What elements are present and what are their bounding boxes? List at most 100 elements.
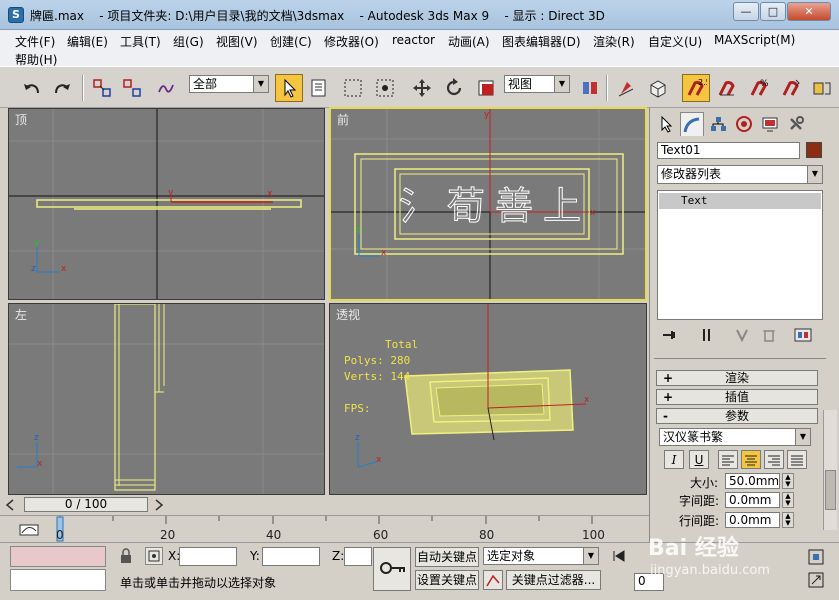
menu-reactor[interactable]: reactor — [392, 33, 435, 47]
parameters-rollout[interactable]: - 参数 — [656, 408, 818, 424]
pin-stack-icon[interactable] — [660, 326, 682, 344]
show-end-result-icon[interactable] — [696, 326, 718, 344]
menu-edit[interactable]: 编辑(E) — [67, 33, 108, 50]
viewport-label[interactable]: 前 — [337, 111, 349, 128]
percent-snap-toggle-icon[interactable]: % — [745, 74, 773, 102]
maximize-viewport-icon[interactable] — [806, 570, 826, 590]
scrollbar-thumb[interactable] — [825, 470, 836, 510]
italic-button[interactable]: I — [664, 450, 684, 469]
undo-icon[interactable] — [18, 74, 46, 102]
scroll-left-icon[interactable] — [3, 498, 19, 512]
y-coordinate-field[interactable] — [262, 547, 320, 566]
go-to-start-icon[interactable] — [609, 548, 629, 564]
keyboard-shortcut-override-icon[interactable] — [644, 74, 672, 102]
menu-file[interactable]: 文件(F) — [15, 33, 55, 50]
size-spinner[interactable]: ▲ ▼ — [782, 473, 794, 489]
select-and-link-icon[interactable] — [88, 74, 116, 102]
app-icon[interactable]: S — [8, 7, 24, 23]
scroll-right-icon[interactable] — [150, 498, 166, 512]
menu-create[interactable]: 创建(C) — [270, 33, 312, 50]
kerning-field[interactable]: 0.0mm — [725, 492, 780, 508]
selected-set-dropdown[interactable]: 选定对象 ▼ — [483, 547, 599, 565]
maxscript-listener-mini[interactable] — [10, 546, 106, 567]
reference-coordinate-dropdown[interactable]: 视图 ▼ — [504, 75, 570, 93]
motion-tab-icon[interactable] — [732, 112, 756, 136]
font-dropdown[interactable]: 汉仪篆书繁 ▼ — [659, 428, 811, 446]
modifier-stack-item[interactable]: Text — [659, 193, 821, 209]
key-mode-button[interactable] — [373, 547, 411, 591]
autokey-button[interactable]: 自动关键点 — [415, 547, 479, 567]
modify-tab-icon[interactable] — [680, 112, 704, 136]
unlink-selection-icon[interactable] — [118, 74, 146, 102]
hierarchy-tab-icon[interactable] — [706, 112, 730, 136]
remove-modifier-icon[interactable] — [758, 326, 780, 344]
justify-button[interactable] — [787, 450, 807, 469]
viewport-label[interactable]: 透视 — [336, 306, 360, 323]
viewport-left[interactable]: z x 左 — [8, 303, 325, 495]
align-right-button[interactable] — [764, 450, 784, 469]
utilities-tab-icon[interactable] — [784, 112, 808, 136]
snaps-toggle-icon[interactable]: 2.5 — [682, 74, 710, 102]
move-icon[interactable] — [408, 74, 436, 102]
viewport-label[interactable]: 顶 — [15, 111, 27, 128]
viewport-perspective[interactable]: x z x 透视 Total Polys: 280 Verts: 144 FPS… — [329, 303, 647, 495]
menu-graph-editors[interactable]: 图表编辑器(D) — [502, 33, 581, 50]
modifier-list-dropdown[interactable]: 修改器列表 ▼ — [657, 165, 823, 184]
bind-to-space-warp-icon[interactable] — [152, 74, 180, 102]
object-color-swatch[interactable] — [806, 142, 822, 158]
menu-rendering[interactable]: 渲染(R) — [593, 33, 635, 50]
size-field[interactable]: 50.0mm — [725, 473, 780, 489]
pivot-center-icon[interactable] — [576, 74, 604, 102]
display-tab-icon[interactable] — [758, 112, 782, 136]
close-button[interactable]: ✕ — [787, 2, 831, 21]
underline-button[interactable]: U — [689, 450, 709, 469]
object-name-field[interactable]: Text01 — [657, 142, 800, 159]
scale-icon[interactable] — [472, 74, 500, 102]
track-bar[interactable]: 0 20 40 60 80 100 — [0, 515, 649, 542]
menu-customize[interactable]: 自定义(U) — [648, 33, 702, 50]
spinner-snap-toggle-icon[interactable] — [777, 74, 805, 102]
menu-modifiers[interactable]: 修改器(O) — [324, 33, 379, 50]
select-object-icon[interactable] — [275, 74, 303, 102]
angle-snap-toggle-icon[interactable] — [713, 74, 741, 102]
interpolation-rollout[interactable]: + 插值 — [656, 389, 818, 405]
key-filters-button[interactable]: 关键点过滤器... — [506, 570, 601, 590]
configure-modifier-sets-icon[interactable] — [792, 326, 814, 344]
rotate-icon[interactable] — [440, 74, 468, 102]
menu-views[interactable]: 视图(V) — [216, 33, 258, 50]
selection-filter-dropdown[interactable]: 全部 ▼ — [189, 75, 269, 93]
align-center-button[interactable] — [741, 450, 761, 469]
leading-field[interactable]: 0.0mm — [725, 512, 780, 528]
create-tab-icon[interactable] — [654, 112, 678, 136]
rectangular-selection-icon[interactable] — [339, 74, 367, 102]
setkey-button[interactable]: 设置关键点 — [415, 570, 479, 590]
zoom-extents-icon[interactable] — [806, 547, 826, 567]
menu-animation[interactable]: 动画(A) — [448, 33, 490, 50]
redo-icon[interactable] — [48, 74, 76, 102]
render-rollout[interactable]: + 渲染 — [656, 370, 818, 386]
edit-named-selection-icon[interactable] — [808, 74, 836, 102]
command-panel-scrollbar[interactable] — [823, 410, 837, 530]
default-in-out-tangent-icon[interactable] — [483, 570, 503, 590]
align-left-button[interactable] — [718, 450, 738, 469]
viewport-front[interactable]: y x z x 前 氵 荀 善 上 — [329, 107, 647, 301]
maximize-button[interactable]: □ — [760, 2, 786, 21]
menu-group[interactable]: 组(G) — [173, 33, 204, 50]
menu-maxscript[interactable]: MAXScript(M) — [714, 33, 795, 47]
x-coordinate-field[interactable] — [179, 547, 237, 566]
leading-spinner[interactable]: ▲ ▼ — [782, 512, 794, 528]
absolute-mode-icon[interactable] — [145, 547, 163, 565]
menu-tools[interactable]: 工具(T) — [120, 33, 161, 50]
window-crossing-icon[interactable] — [371, 74, 399, 102]
time-slider[interactable]: 0 / 100 — [24, 497, 148, 512]
lock-selection-icon[interactable] — [118, 548, 134, 564]
maxscript-input[interactable] — [10, 569, 106, 591]
viewport-top[interactable]: y x y x z 顶 — [8, 108, 325, 300]
select-by-name-icon[interactable] — [305, 74, 333, 102]
make-unique-icon[interactable] — [732, 326, 754, 344]
viewport-label[interactable]: 左 — [15, 306, 27, 323]
kerning-spinner[interactable]: ▲ ▼ — [782, 492, 794, 508]
z-coordinate-field[interactable] — [344, 547, 372, 566]
select-and-manipulate-icon[interactable] — [612, 74, 640, 102]
minimize-button[interactable]: — — [733, 2, 759, 21]
